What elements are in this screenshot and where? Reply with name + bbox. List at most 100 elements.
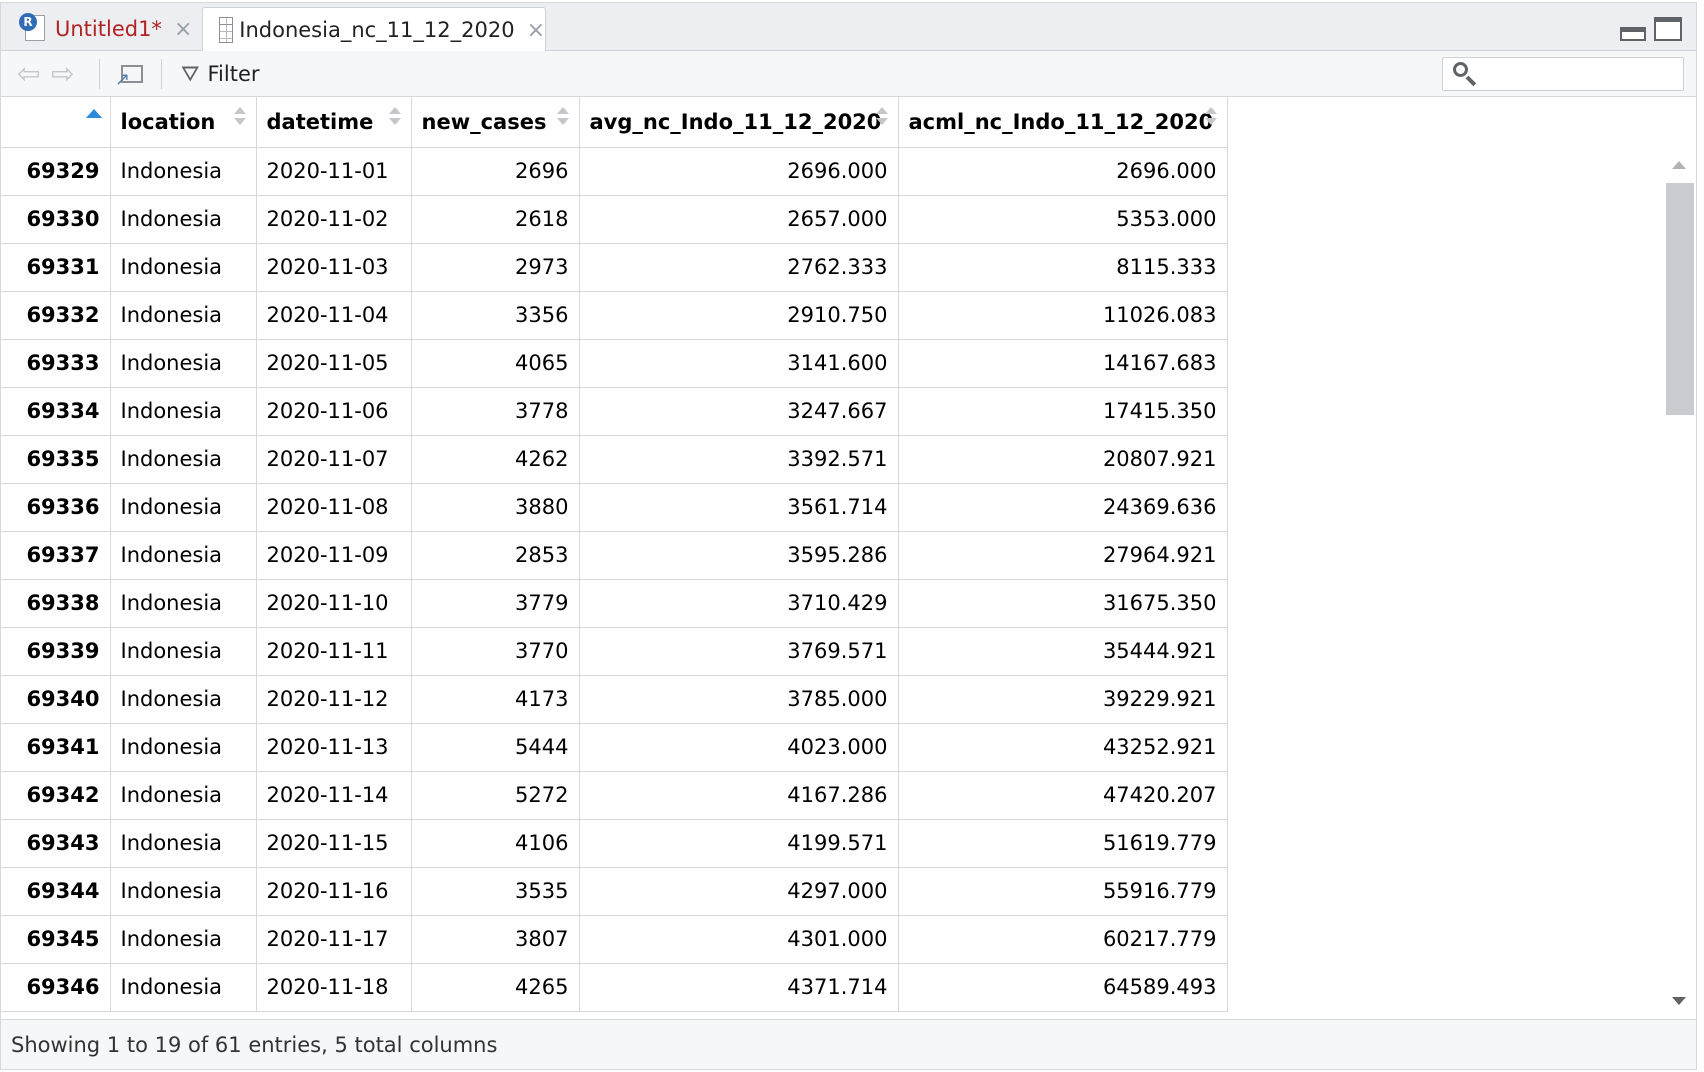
filter-icon: ⛛: [181, 61, 200, 87]
cell-rowname: 69335: [1, 435, 111, 484]
cell-location: Indonesia: [110, 675, 257, 724]
cell-acml-nc: 20807.921: [898, 435, 1228, 484]
cell-rowname: 69337: [1, 531, 111, 580]
cell-acml-nc: 51619.779: [898, 819, 1228, 868]
cell-acml-nc: 47420.207: [898, 771, 1228, 820]
search-input[interactable]: [1483, 62, 1677, 88]
cell-location: Indonesia: [110, 195, 257, 244]
tab-bar: R Untitled1* × Indonesia_nc_11_12_2020 ×: [1, 3, 1696, 52]
cell-avg-nc: 2657.000: [579, 195, 899, 244]
table-row: 69346 Indonesia 2020-11-18 4265 4371.714 6458…: [1, 963, 1228, 1012]
column-header-datetime[interactable]: datetime: [256, 97, 412, 148]
scroll-thumb[interactable]: [1666, 183, 1694, 415]
cell-new-cases: 4173: [411, 675, 580, 724]
cell-acml-nc: 43252.921: [898, 723, 1228, 772]
cell-datetime: 2020-11-14: [256, 771, 412, 820]
table-row: 69338 Indonesia 2020-11-10 3779 3710.429 3167…: [1, 579, 1228, 628]
cell-location: Indonesia: [110, 483, 257, 532]
r-document-icon: R: [19, 13, 49, 45]
filter-button[interactable]: ⛛ Filter: [181, 59, 260, 89]
cell-location: Indonesia: [110, 771, 257, 820]
table-row: 69345 Indonesia 2020-11-17 3807 4301.000 6021…: [1, 915, 1228, 964]
cell-acml-nc: 11026.083: [898, 291, 1228, 340]
cell-datetime: 2020-11-04: [256, 291, 412, 340]
cell-avg-nc: 4297.000: [579, 867, 899, 916]
cell-acml-nc: 64589.493: [898, 963, 1228, 1012]
cell-avg-nc: 3785.000: [579, 675, 899, 724]
column-header-acml-nc[interactable]: acml_nc_Indo_11_12_2020: [898, 97, 1228, 148]
cell-datetime: 2020-11-09: [256, 531, 412, 580]
cell-new-cases: 3779: [411, 579, 580, 628]
cell-avg-nc: 2762.333: [579, 243, 899, 292]
table-body: 69329 Indonesia 2020-11-01 2696 2696.000 2696…: [1, 147, 1228, 1012]
cell-datetime: 2020-11-17: [256, 915, 412, 964]
cell-avg-nc: 3769.571: [579, 627, 899, 676]
cell-rowname: 69336: [1, 483, 111, 532]
status-bar: Showing 1 to 19 of 61 entries, 5 total c…: [1, 1019, 1696, 1069]
cell-avg-nc: 4023.000: [579, 723, 899, 772]
cell-avg-nc: 3561.714: [579, 483, 899, 532]
cell-new-cases: 3535: [411, 867, 580, 916]
forward-arrow-icon[interactable]: ⇨: [51, 60, 81, 88]
entries-summary: Showing 1 to 19 of 61 entries, 5 total c…: [11, 1033, 498, 1057]
cell-acml-nc: 17415.350: [898, 387, 1228, 436]
table-row: 69337 Indonesia 2020-11-09 2853 3595.286 2796…: [1, 531, 1228, 580]
column-header-new-cases[interactable]: new_cases: [411, 97, 580, 148]
column-header-location[interactable]: location: [110, 97, 257, 148]
cell-location: Indonesia: [110, 963, 257, 1012]
cell-rowname: 69332: [1, 291, 111, 340]
cell-datetime: 2020-11-10: [256, 579, 412, 628]
cell-datetime: 2020-11-13: [256, 723, 412, 772]
cell-new-cases: 5272: [411, 771, 580, 820]
cell-acml-nc: 14167.683: [898, 339, 1228, 388]
cell-new-cases: 4262: [411, 435, 580, 484]
cell-avg-nc: 3247.667: [579, 387, 899, 436]
table-row: 69329 Indonesia 2020-11-01 2696 2696.000 2696…: [1, 147, 1228, 196]
tab-indonesia-data[interactable]: Indonesia_nc_11_12_2020 ×: [202, 7, 546, 52]
cell-avg-nc: 3141.600: [579, 339, 899, 388]
table-row: 69344 Indonesia 2020-11-16 3535 4297.000 5591…: [1, 867, 1228, 916]
close-icon[interactable]: ×: [174, 17, 192, 42]
cell-new-cases: 2973: [411, 243, 580, 292]
cell-avg-nc: 3392.571: [579, 435, 899, 484]
cell-acml-nc: 39229.921: [898, 675, 1228, 724]
show-in-new-window-icon[interactable]: ↗: [115, 61, 145, 90]
tab-label: Indonesia_nc_11_12_2020: [239, 18, 515, 42]
scroll-up-icon[interactable]: [1672, 161, 1686, 169]
minimize-icon[interactable]: [1620, 27, 1646, 41]
back-arrow-icon[interactable]: ⇦: [17, 60, 47, 88]
table-row: 69336 Indonesia 2020-11-08 3880 3561.714 2436…: [1, 483, 1228, 532]
toolbar: ⇦ ⇨ ↗ ⛛ Filter: [1, 51, 1696, 97]
maximize-icon[interactable]: [1654, 17, 1682, 41]
sort-icon: [875, 107, 888, 127]
column-header-avg-nc[interactable]: avg_nc_Indo_11_12_2020: [579, 97, 899, 148]
cell-avg-nc: 4301.000: [579, 915, 899, 964]
cell-avg-nc: 4167.286: [579, 771, 899, 820]
cell-rowname: 69341: [1, 723, 111, 772]
cell-datetime: 2020-11-08: [256, 483, 412, 532]
cell-location: Indonesia: [110, 579, 257, 628]
cell-acml-nc: 24369.636: [898, 483, 1228, 532]
cell-new-cases: 4065: [411, 339, 580, 388]
column-header-rownames[interactable]: [1, 97, 111, 148]
cell-rowname: 69330: [1, 195, 111, 244]
cell-new-cases: 2853: [411, 531, 580, 580]
cell-new-cases: 3770: [411, 627, 580, 676]
cell-rowname: 69331: [1, 243, 111, 292]
search-box[interactable]: [1442, 57, 1684, 91]
scroll-down-icon[interactable]: [1672, 997, 1686, 1005]
grid-icon: [219, 17, 234, 43]
cell-new-cases: 2696: [411, 147, 580, 196]
tab-untitled1[interactable]: R Untitled1* ×: [15, 7, 197, 51]
cell-rowname: 69338: [1, 579, 111, 628]
tab-label: Untitled1*: [55, 17, 162, 41]
cell-new-cases: 2618: [411, 195, 580, 244]
cell-location: Indonesia: [110, 531, 257, 580]
cell-datetime: 2020-11-07: [256, 435, 412, 484]
cell-rowname: 69333: [1, 339, 111, 388]
close-icon[interactable]: ×: [527, 18, 545, 43]
sort-icon: [556, 107, 569, 127]
table-row: 69332 Indonesia 2020-11-04 3356 2910.750 1102…: [1, 291, 1228, 340]
cell-location: Indonesia: [110, 291, 257, 340]
vertical-scrollbar[interactable]: [1664, 149, 1695, 1019]
